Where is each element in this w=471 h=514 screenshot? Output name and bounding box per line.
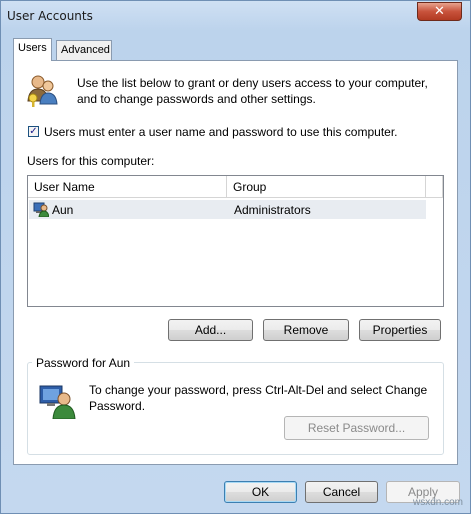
tab-advanced[interactable]: Advanced (56, 40, 112, 60)
column-header-spacer (426, 176, 443, 198)
close-button[interactable]: ✕ (417, 2, 462, 21)
window-title: User Accounts (7, 9, 93, 23)
user-accounts-window: User Accounts ✕ Users Advanced Use the l… (0, 0, 471, 514)
table-row[interactable]: Aun Administrators (29, 200, 426, 219)
intro-line-1: Use the list below to grant or deny user… (77, 76, 428, 90)
require-login-label[interactable]: Users must enter a user name and passwor… (44, 125, 398, 139)
users-list-label: Users for this computer: (27, 154, 155, 168)
properties-button[interactable]: Properties (359, 319, 441, 341)
user-account-icon (33, 202, 49, 217)
intro-line-2: and to change passwords and other settin… (77, 92, 316, 106)
column-header-group[interactable]: Group (227, 176, 426, 198)
users-key-icon (27, 75, 58, 107)
user-monitor-icon (39, 385, 76, 419)
users-list[interactable]: User Name Group Aun Administrators (27, 175, 444, 307)
remove-user-button[interactable]: Remove (263, 319, 349, 341)
column-header-user-name[interactable]: User Name (28, 176, 227, 198)
require-login-checkbox[interactable]: ✓ (28, 126, 39, 137)
watermark: wsxdn.com (413, 497, 464, 508)
reset-password-button[interactable]: Reset Password... (284, 416, 429, 440)
add-user-button[interactable]: Add... (168, 319, 253, 341)
password-group-title: Password for Aun (32, 356, 135, 370)
password-instruction-line-1: To change your password, press Ctrl-Alt-… (89, 383, 428, 397)
ok-button[interactable]: OK (224, 481, 297, 503)
password-instruction-line-2: Password. (89, 399, 146, 413)
tab-users[interactable]: Users (13, 38, 52, 61)
user-name-cell: Aun (52, 203, 74, 217)
cancel-button[interactable]: Cancel (305, 481, 378, 503)
user-group-cell: Administrators (234, 203, 311, 217)
